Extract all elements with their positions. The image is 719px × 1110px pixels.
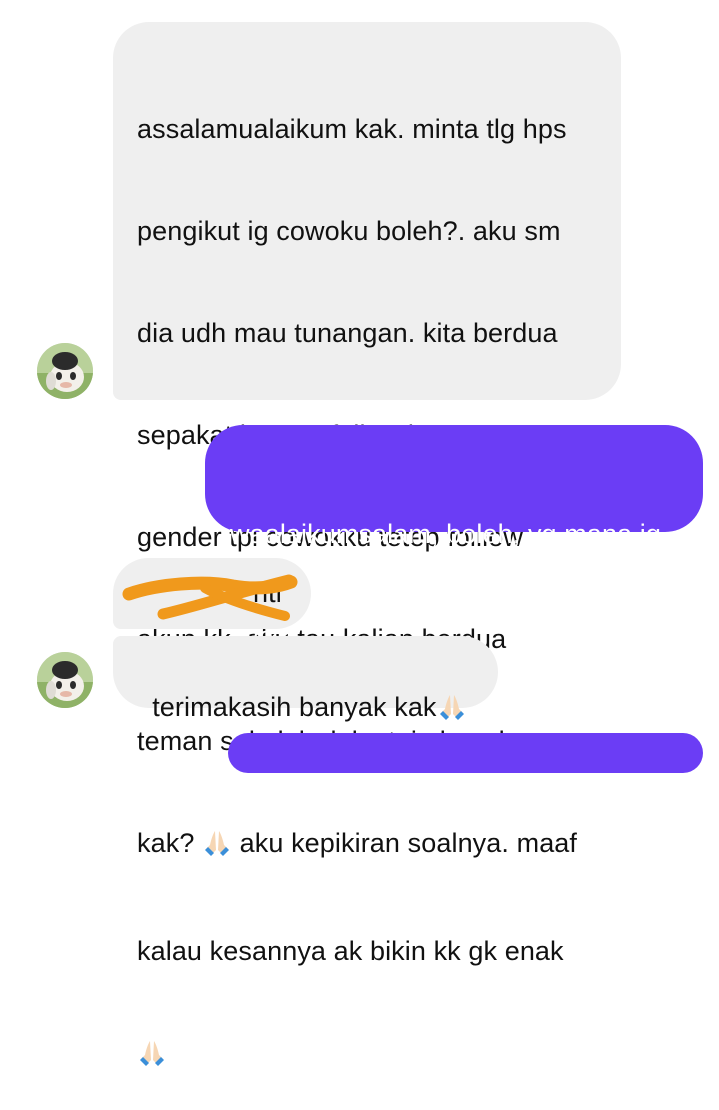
outgoing-message-bubble-partial[interactable]	[228, 733, 703, 773]
message-text: terimakasih banyak kak	[152, 692, 437, 722]
incoming-message-bubble[interactable]: assalamualaikum kak. minta tlg hps pengi…	[113, 22, 621, 1066]
folded-hands-icon	[202, 828, 232, 866]
message-line	[137, 1036, 599, 1076]
message-text: kak?	[137, 828, 203, 858]
redaction-scribble	[122, 574, 298, 621]
avatar-image	[37, 652, 93, 708]
outgoing-message-bubble[interactable]: waalaikumsalam, boleh, yg mana ig nya?	[205, 425, 703, 651]
message-line: kalau kesannya ak bikin kk gk enak	[137, 936, 564, 966]
sender-avatar[interactable]	[37, 652, 93, 708]
message-line: kak? aku kepikiran soalnya. maaf	[137, 826, 599, 866]
folded-hands-icon	[137, 1038, 167, 1076]
sender-avatar[interactable]	[37, 343, 93, 399]
message-text: aku kepikiran soalnya. maaf	[232, 828, 578, 858]
avatar-image	[37, 343, 93, 399]
message-line: assalamualaikum kak. minta tlg hps	[137, 114, 567, 144]
folded-hands-icon	[437, 692, 467, 730]
message-line: waalaikumsalam, boleh, yg mana ig	[230, 519, 662, 549]
message-line: pengikut ig cowoku boleh?. aku sm	[137, 216, 561, 246]
incoming-message-bubble[interactable]: terimakasih banyak kak	[113, 636, 498, 722]
message-line: dia udh mau tunangan. kita berdua	[137, 318, 558, 348]
incoming-message-bubble-redacted[interactable]: ntl	[113, 558, 311, 629]
